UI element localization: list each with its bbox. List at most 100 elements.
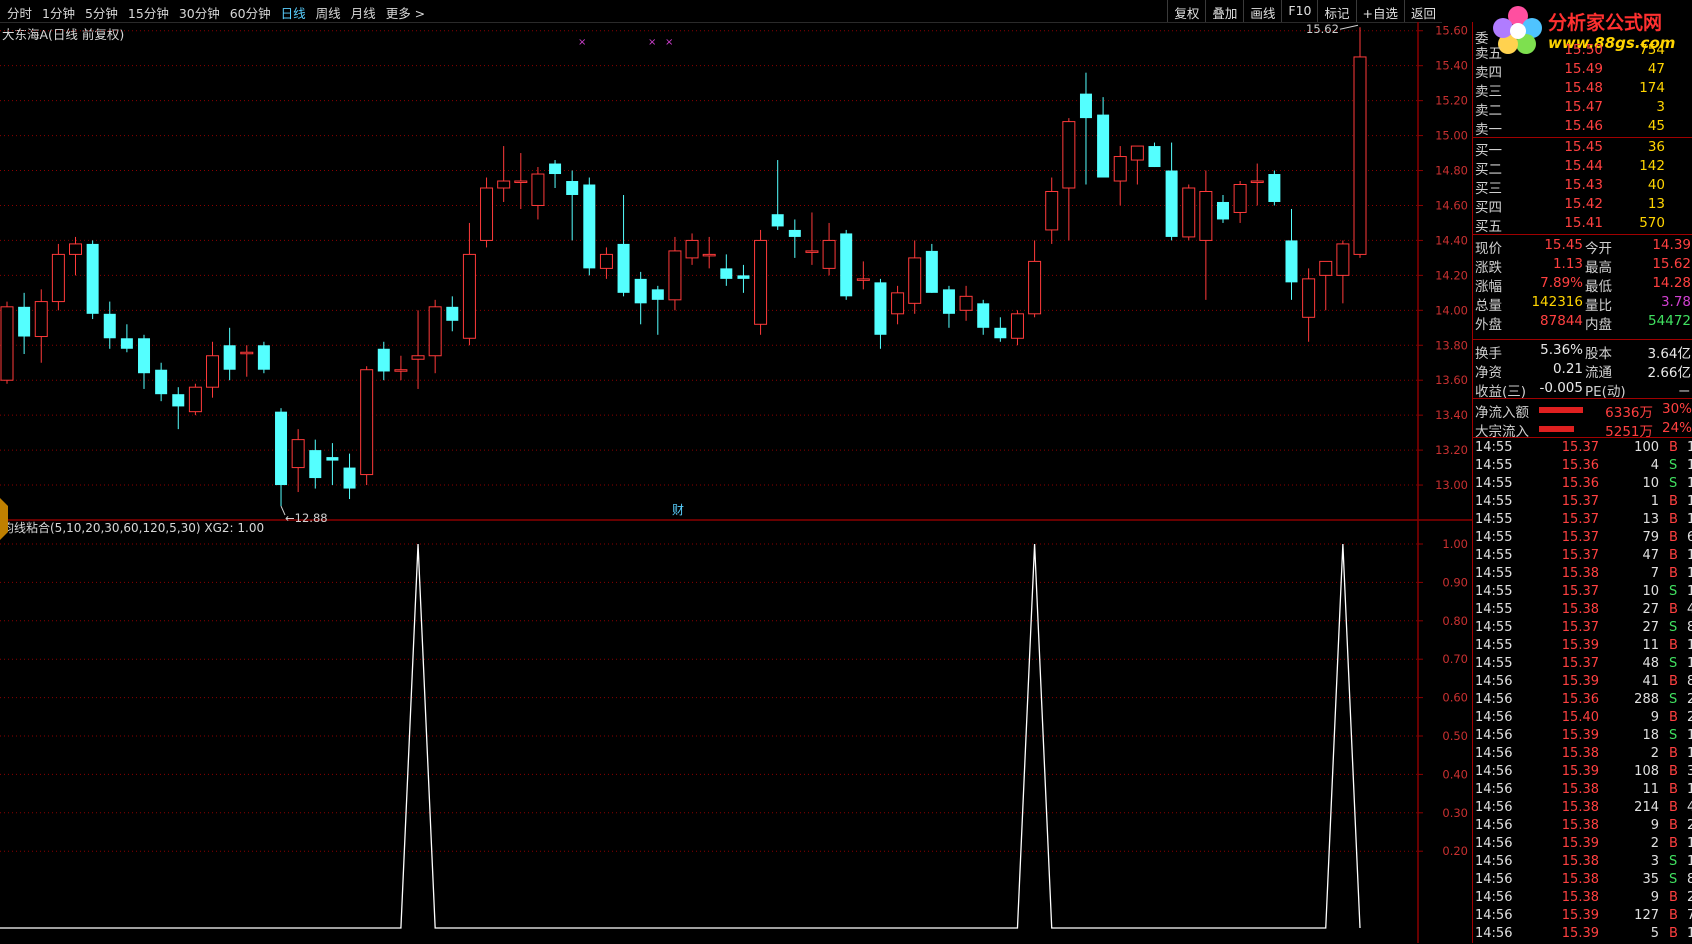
trade-volume: 11: [1642, 782, 1659, 797]
trade-side: B: [1669, 566, 1678, 581]
toolbar-button-1[interactable]: 叠加: [1205, 0, 1243, 22]
trade-time: 14:56: [1475, 800, 1513, 815]
trade-price: 15.36: [1561, 458, 1599, 473]
trade-volume: 3: [1650, 854, 1659, 869]
tab-0[interactable]: 分时: [2, 3, 37, 22]
toolbar-button-4[interactable]: 标记: [1317, 0, 1355, 22]
candle-body: [634, 278, 647, 304]
candlestick-chart[interactable]: 15.60 15.40 15.20 15.00 14.80 14.60 14.40 14.20…: [0, 22, 1472, 943]
tab-6[interactable]: 日线: [276, 3, 311, 22]
trade-row: 14:55 15.37 47 B 1: [1473, 548, 1692, 566]
indicator-tick-label: 0.30: [1442, 806, 1468, 820]
stat-value: 15.45: [1544, 237, 1583, 253]
tab-5[interactable]: 60分钟: [225, 3, 276, 22]
trade-row: 14:55 15.37 13 B 1: [1473, 512, 1692, 530]
toolbar-button-0[interactable]: 复权: [1167, 0, 1205, 22]
candle-body: [138, 338, 151, 374]
trade-row: 14:56 15.38 214 B 4: [1473, 800, 1692, 818]
stat-label: 流通: [1585, 365, 1612, 381]
ask-row: 卖五 15.50 754: [1473, 41, 1692, 62]
trade-price: 15.38: [1561, 854, 1599, 869]
toolbar-button-5[interactable]: +自选: [1355, 0, 1404, 22]
trade-row: 14:56 15.39 108 B 3: [1473, 764, 1692, 782]
stat-value: 3.78: [1660, 294, 1691, 310]
quote-stat-row: 涨幅 7.89% 最低 14.28: [1473, 274, 1692, 295]
trade-count: 2: [1687, 818, 1692, 833]
price-tick-label: 15.20: [1435, 94, 1468, 108]
bid-label: 买四: [1475, 200, 1502, 216]
candle-body: [18, 306, 31, 337]
candle-body: [977, 303, 990, 328]
trade-row: 14:55 15.36 4 S 1: [1473, 458, 1692, 476]
trade-count: 1: [1687, 656, 1692, 671]
trade-row: 14:55 15.37 48 S 1: [1473, 656, 1692, 674]
trade-price: 15.39: [1561, 764, 1599, 779]
candle-body: [394, 369, 408, 372]
candle-body: [805, 250, 819, 253]
candle-body: [1353, 56, 1367, 255]
trade-price: 15.36: [1561, 476, 1599, 491]
stat-label: 内盘: [1585, 317, 1612, 333]
trade-row: 14:56 15.39 18 S 1: [1473, 728, 1692, 746]
trade-time: 14:56: [1475, 926, 1513, 941]
trade-price: 15.38: [1561, 782, 1599, 797]
candle-body: [240, 351, 254, 355]
trade-volume: 27: [1642, 620, 1659, 635]
trade-side: B: [1669, 710, 1678, 725]
panel-separator: [1473, 234, 1692, 235]
trade-price: 15.39: [1561, 908, 1599, 923]
trade-volume: 47: [1642, 548, 1659, 563]
quote-stat-row: 总量 142316 量比 3.78: [1473, 293, 1692, 314]
trade-count: 1: [1687, 782, 1692, 797]
indicator-tick-label: 1.00: [1442, 537, 1468, 551]
trade-price: 15.37: [1561, 620, 1599, 635]
stat-value: -0.005: [1539, 380, 1583, 396]
trade-row: 14:56 15.38 11 B 1: [1473, 782, 1692, 800]
stat-value: 0.21: [1552, 361, 1583, 377]
tab-7[interactable]: 周线: [311, 3, 346, 22]
candle-body: [480, 187, 494, 241]
candle-body: [856, 278, 870, 281]
trade-price: 15.39: [1561, 674, 1599, 689]
trade-side: S: [1669, 692, 1678, 707]
bid-price: 15.43: [1564, 177, 1603, 193]
candle-body: [1130, 145, 1144, 161]
tab-2[interactable]: 5分钟: [80, 3, 123, 22]
trade-price: 15.38: [1561, 872, 1599, 887]
trade-count: 3: [1687, 764, 1692, 779]
trade-count: 2: [1687, 710, 1692, 725]
trade-volume: 5: [1650, 926, 1659, 941]
stat-label: 净资: [1475, 365, 1502, 381]
toolbar-button-2[interactable]: 画线: [1243, 0, 1281, 22]
stat-label: 外盘: [1475, 317, 1502, 333]
trade-row: 14:55 15.37 100 B 1: [1473, 440, 1692, 458]
tab-9[interactable]: 更多 >: [381, 3, 430, 22]
trade-side: B: [1669, 548, 1678, 563]
trade-price: 15.38: [1561, 818, 1599, 833]
price-tick-label: 14.00: [1435, 303, 1468, 317]
trade-side: B: [1669, 764, 1678, 779]
trade-side: B: [1669, 926, 1678, 941]
tab-3[interactable]: 15分钟: [123, 3, 174, 22]
tab-1[interactable]: 1分钟: [37, 3, 80, 22]
candle-body: [172, 394, 185, 407]
trade-row: 14:55 15.37 1 B 1: [1473, 494, 1692, 512]
trade-time: 14:55: [1475, 476, 1513, 491]
toolbar-button-6[interactable]: 返回: [1403, 0, 1442, 22]
trade-price: 15.36: [1561, 692, 1599, 707]
event-marker: ×: [665, 37, 673, 48]
bid-row: 买五 15.41 570: [1473, 214, 1692, 235]
toolbar-button-3[interactable]: F10: [1281, 0, 1317, 22]
tab-8[interactable]: 月线: [346, 3, 381, 22]
indicator-tick-label: 0.90: [1442, 575, 1468, 589]
trade-volume: 10: [1642, 584, 1659, 599]
candle-body: [428, 306, 442, 357]
trade-volume: 48: [1642, 656, 1659, 671]
panel-separator: [1473, 437, 1692, 438]
quote-stat-row: 现价 15.45 今开 14.39: [1473, 236, 1692, 257]
candle-body: [309, 450, 322, 479]
tab-4[interactable]: 30分钟: [174, 3, 225, 22]
trade-price: 15.39: [1561, 836, 1599, 851]
candle-body: [1250, 180, 1264, 184]
trade-volume: 2: [1650, 746, 1659, 761]
